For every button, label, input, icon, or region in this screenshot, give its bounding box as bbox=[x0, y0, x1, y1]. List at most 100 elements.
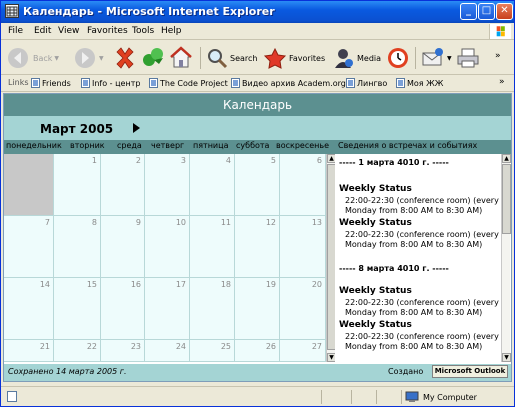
day-number: 21 bbox=[39, 342, 50, 351]
calendar-day-cell[interactable]: 18 bbox=[190, 278, 235, 340]
created-by-label: Создано bbox=[388, 367, 424, 376]
calendar-day-cell[interactable]: 24 bbox=[145, 340, 190, 362]
menu-file[interactable]: File bbox=[8, 26, 23, 36]
month-label: Март 2005 bbox=[40, 122, 114, 136]
calendar-day-cell[interactable]: 7 bbox=[4, 216, 54, 278]
menu-view[interactable]: View bbox=[58, 26, 79, 36]
day-number: 4 bbox=[225, 156, 231, 165]
day-number: 19 bbox=[265, 280, 276, 289]
event-date-header: ----- 1 марта 4010 г. ----- bbox=[339, 158, 449, 167]
calendar-day-cell[interactable]: 15 bbox=[54, 278, 101, 340]
print-button[interactable] bbox=[456, 45, 480, 71]
link-code-project[interactable]: The Code Project bbox=[149, 78, 228, 88]
link-lingvo[interactable]: Лингво bbox=[346, 78, 387, 88]
calendar-day-cell[interactable]: 14 bbox=[4, 278, 54, 340]
maximize-button[interactable]: □ bbox=[478, 3, 495, 20]
event-detail: 22:00-22:30 (conference room) (every bbox=[345, 298, 499, 307]
refresh-button[interactable] bbox=[141, 45, 165, 71]
menu-edit[interactable]: Edit bbox=[34, 26, 51, 36]
day-number: 9 bbox=[135, 218, 141, 227]
calendar-day-cell[interactable]: 27 bbox=[280, 340, 326, 362]
status-separator bbox=[351, 390, 352, 404]
day-number: 16 bbox=[130, 280, 141, 289]
calendar-day-cell[interactable]: 16 bbox=[101, 278, 145, 340]
print-icon bbox=[457, 48, 479, 68]
calendar-day-cell[interactable]: 3 bbox=[145, 154, 190, 216]
calendar-day-cell[interactable]: 23 bbox=[101, 340, 145, 362]
day-number: 8 bbox=[91, 218, 97, 227]
calendar-title: Календарь bbox=[4, 94, 511, 116]
link-friends[interactable]: Friends bbox=[31, 78, 71, 88]
scroll-down-icon[interactable]: ▼ bbox=[502, 353, 511, 362]
calendar-day-cell[interactable]: 10 bbox=[145, 216, 190, 278]
calendar-day-cell[interactable]: 20 bbox=[280, 278, 326, 340]
calendar-day-cell[interactable]: 25 bbox=[190, 340, 235, 362]
day-number: 15 bbox=[86, 280, 97, 289]
calendar-day-cell[interactable]: 17 bbox=[145, 278, 190, 340]
event-title[interactable]: Weekly Status bbox=[339, 320, 412, 330]
event-title[interactable]: Weekly Status bbox=[339, 286, 412, 296]
minimize-button[interactable]: _ bbox=[460, 3, 477, 20]
calendar-day-cell[interactable]: 5 bbox=[235, 154, 280, 216]
calendar-day-cell[interactable]: 11 bbox=[190, 216, 235, 278]
link-info-centre[interactable]: Info - центр bbox=[81, 78, 140, 88]
event-title[interactable]: Weekly Status bbox=[339, 218, 412, 228]
home-icon bbox=[170, 46, 192, 68]
event-title[interactable]: Weekly Status bbox=[339, 184, 412, 194]
link-label: Моя ЖЖ bbox=[407, 78, 444, 88]
calendar-day-cell[interactable]: 19 bbox=[235, 278, 280, 340]
back-dropdown-icon: ▼ bbox=[54, 54, 60, 62]
status-separator bbox=[321, 390, 322, 404]
events-scrollbar[interactable]: ▲ ▼ bbox=[501, 154, 511, 362]
calendar-day-cell[interactable]: 2 bbox=[101, 154, 145, 216]
toolbar-more-icon[interactable]: » bbox=[495, 51, 501, 61]
forward-arrow-icon bbox=[75, 48, 95, 68]
page-icon bbox=[7, 391, 17, 402]
ie-window: Календарь - Microsoft Internet Explorer … bbox=[0, 0, 515, 407]
next-month-icon[interactable] bbox=[133, 123, 140, 133]
menu-help[interactable]: Help bbox=[161, 26, 182, 36]
title-bar[interactable]: Календарь - Microsoft Internet Explorer … bbox=[1, 1, 514, 23]
day-number: 25 bbox=[220, 342, 231, 351]
status-separator bbox=[376, 390, 377, 404]
calendar-scrollbar[interactable]: ▲ ▼ bbox=[326, 154, 336, 362]
calendar-day-cell[interactable]: 12 bbox=[235, 216, 280, 278]
calendar-day-cell[interactable]: 26 bbox=[235, 340, 280, 362]
menu-tools[interactable]: Tools bbox=[132, 26, 154, 36]
calendar-footer: Сохранено 14 марта 2005 г. Создано Micro… bbox=[4, 364, 511, 381]
menu-favorites[interactable]: Favorites bbox=[87, 26, 128, 36]
link-academ-video[interactable]: Видео архив Academ.org bbox=[231, 78, 346, 88]
close-button[interactable]: ✕ bbox=[496, 3, 513, 20]
media-button[interactable]: Media bbox=[331, 45, 381, 71]
scroll-up-icon[interactable]: ▲ bbox=[502, 154, 511, 163]
history-button[interactable] bbox=[386, 45, 410, 71]
page-content: Календарь Март 2005 понедельник вторник … bbox=[3, 93, 512, 382]
security-zone: My Computer bbox=[405, 391, 477, 403]
day-number: 5 bbox=[270, 156, 276, 165]
page-icon bbox=[81, 78, 90, 88]
day-number: 6 bbox=[316, 156, 322, 165]
calendar-day-cell[interactable]: 8 bbox=[54, 216, 101, 278]
home-button[interactable] bbox=[169, 45, 193, 71]
calendar-day-cell[interactable]: 22 bbox=[54, 340, 101, 362]
mail-button[interactable]: ▼ bbox=[421, 45, 452, 71]
calendar-day-cell[interactable]: 13 bbox=[280, 216, 326, 278]
event-detail: 22:00-22:30 (conference room) (every bbox=[345, 332, 499, 341]
event-detail: Monday from 8:00 AM to 8:30 AM) bbox=[345, 206, 483, 215]
calendar-day-cell[interactable]: 4 bbox=[190, 154, 235, 216]
forward-button[interactable]: ▼ bbox=[73, 45, 104, 71]
link-label: Видео архив Academ.org bbox=[242, 78, 346, 88]
search-button[interactable]: Search bbox=[206, 45, 257, 71]
scrollbar-thumb[interactable] bbox=[502, 164, 511, 234]
back-button[interactable]: Back ▼ bbox=[7, 45, 59, 71]
favorites-button[interactable]: Favorites bbox=[263, 45, 325, 71]
link-my-lj[interactable]: Моя ЖЖ bbox=[396, 78, 443, 88]
calendar-day-cell[interactable]: 6 bbox=[280, 154, 326, 216]
links-more-icon[interactable]: » bbox=[499, 77, 505, 87]
weekday-friday: пятница bbox=[193, 141, 229, 150]
stop-button[interactable] bbox=[113, 45, 137, 71]
calendar-day-cell[interactable]: 1 bbox=[54, 154, 101, 216]
day-number: 12 bbox=[265, 218, 276, 227]
calendar-day-cell[interactable]: 21 bbox=[4, 340, 54, 362]
calendar-day-cell[interactable]: 9 bbox=[101, 216, 145, 278]
